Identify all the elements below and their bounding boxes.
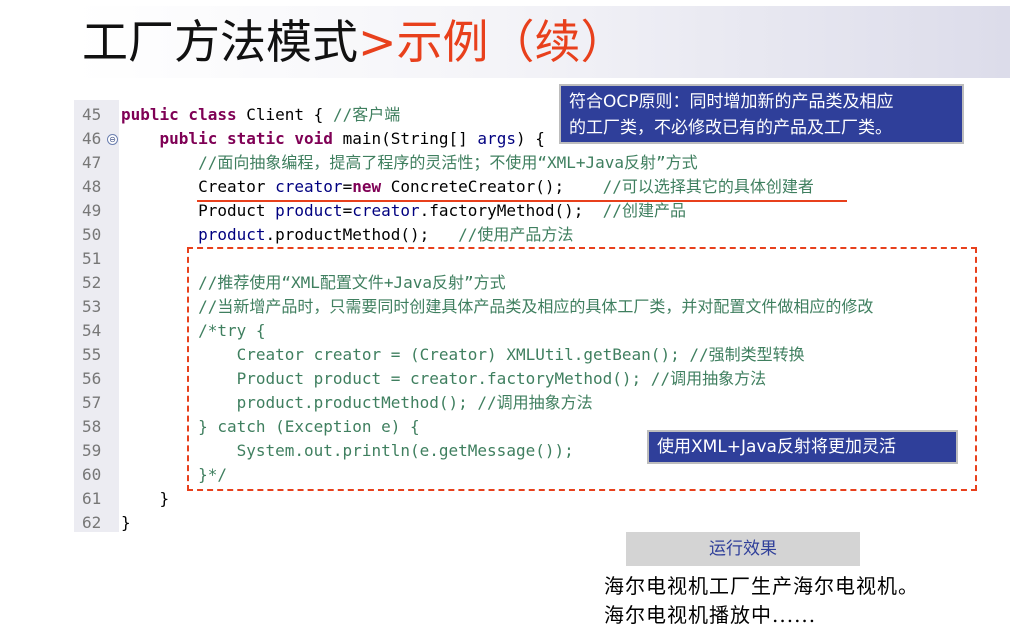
code-token: product.productMethod(); //调用抽象方法 bbox=[236, 393, 593, 412]
ocp-callout: 符合OCP原则：同时增加新的产品类及相应 的工厂类，不必修改已有的产品及工厂类。 bbox=[559, 84, 964, 144]
title-separator: > bbox=[358, 15, 397, 69]
line-number: 48 bbox=[82, 177, 102, 196]
code-token: /*try { bbox=[198, 321, 266, 340]
code-line: //推荐使用“XML配置文件+Java反射”方式 bbox=[121, 271, 506, 295]
line-number: 58 bbox=[82, 417, 102, 436]
line-number: 52 bbox=[82, 273, 102, 292]
output-line-1: 海尔电视机工厂生产海尔电视机。 bbox=[604, 574, 919, 598]
code-token: Product bbox=[121, 201, 276, 220]
line-number: 54 bbox=[82, 321, 102, 340]
code-token: System.out.println(e.getMessage()); bbox=[236, 441, 574, 460]
code-line: Creator creator = (Creator) XMLUtil.getB… bbox=[121, 343, 805, 367]
code-token: //面向抽象编程，提高了程序的灵活性；不使用“XML+Java反射”方式 bbox=[198, 153, 698, 172]
line-number: 49 bbox=[82, 201, 102, 220]
fold-toggle-icon[interactable]: ⊖ bbox=[107, 134, 118, 145]
output-line-2: 海尔电视机播放中...... bbox=[604, 603, 817, 627]
code-token: } bbox=[121, 513, 131, 532]
code-line: public class Client { //客户端 bbox=[121, 103, 400, 127]
code-line: Product product = creator.factoryMethod(… bbox=[121, 367, 766, 391]
title-main: 工厂方法模式 bbox=[82, 15, 358, 69]
code-token: = bbox=[342, 201, 353, 220]
code-token: //客户端 bbox=[332, 105, 401, 124]
code-token: = bbox=[342, 177, 353, 196]
code-token: //使用产品方法 bbox=[458, 225, 574, 244]
code-line: //当新增产品时，只需要同时创建具体产品类及相应的具体工厂类，并对配置文件做相应… bbox=[121, 295, 873, 319]
code-line: public static void main(String[] args) { bbox=[121, 127, 545, 151]
code-token: product bbox=[198, 225, 266, 244]
code-token: public class bbox=[121, 105, 247, 124]
line-number: 57 bbox=[82, 393, 102, 412]
code-token: ConcreteCreator(); bbox=[390, 177, 603, 196]
code-token: .factoryMethod(); bbox=[419, 201, 603, 220]
line-number: 51 bbox=[82, 249, 102, 268]
code-token: main(String[] bbox=[342, 129, 478, 148]
code-token: creator bbox=[275, 177, 343, 196]
code-line: product.productMethod(); //调用抽象方法 bbox=[121, 391, 593, 415]
code-token: } catch (Exception e) { bbox=[198, 417, 420, 436]
title-sub: 示例（续） bbox=[396, 15, 627, 69]
code-token: ) { bbox=[515, 129, 545, 148]
code-line: Creator creator=new ConcreteCreator(); /… bbox=[121, 175, 814, 199]
code-line: Product product=creator.factoryMethod();… bbox=[121, 199, 686, 223]
code-token: //可以选择其它的具体创建者 bbox=[602, 177, 814, 196]
line-number: 50 bbox=[82, 225, 102, 244]
code-line: System.out.println(e.getMessage()); bbox=[121, 439, 574, 463]
slide-title: 工厂方法模式>示例（续） bbox=[82, 10, 627, 74]
code-line: } bbox=[121, 511, 131, 535]
code-token: Client { bbox=[246, 105, 333, 124]
code-token: }*/ bbox=[198, 465, 227, 484]
code-token: //创建产品 bbox=[602, 201, 686, 220]
console-output: 海尔电视机工厂生产海尔电视机。 海尔电视机播放中...... bbox=[604, 572, 919, 630]
code-token: } bbox=[121, 489, 170, 508]
line-number: 56 bbox=[82, 369, 102, 388]
code-line: product.productMethod(); //使用产品方法 bbox=[121, 223, 573, 247]
line-number: 55 bbox=[82, 345, 102, 364]
code-token: //当新增产品时，只需要同时创建具体产品类及相应的具体工厂类，并对配置文件做相应… bbox=[198, 297, 874, 316]
ocp-callout-line2: 的工厂类，不必修改已有的产品及工厂类。 bbox=[569, 118, 892, 138]
code-token: product bbox=[275, 201, 343, 220]
xml-callout: 使用XML+Java反射将更加灵活 bbox=[647, 430, 958, 464]
line-number: 45 bbox=[82, 105, 102, 124]
code-line: } catch (Exception e) { bbox=[121, 415, 420, 439]
code-token: args bbox=[477, 129, 516, 148]
code-token: //推荐使用“XML配置文件+Java反射”方式 bbox=[198, 273, 506, 292]
code-line: }*/ bbox=[121, 463, 227, 487]
code-token: public static void bbox=[159, 129, 343, 148]
line-number: 60 bbox=[82, 465, 102, 484]
code-token: creator bbox=[352, 201, 420, 220]
line-number: 59 bbox=[82, 441, 102, 460]
code-token: .productMethod(); bbox=[265, 225, 459, 244]
code-token: Creator creator = (Creator) XMLUtil.getB… bbox=[236, 345, 805, 364]
ocp-callout-line1: 符合OCP原则：同时增加新的产品类及相应 bbox=[569, 92, 894, 112]
line-number: 47 bbox=[82, 153, 102, 172]
run-result-label: 运行效果 bbox=[626, 532, 860, 566]
code-token: Creator bbox=[121, 177, 276, 196]
line-number: 62 bbox=[82, 513, 102, 532]
code-token: new bbox=[352, 177, 391, 196]
code-line: //面向抽象编程，提高了程序的灵活性；不使用“XML+Java反射”方式 bbox=[121, 151, 698, 175]
line-number: 53 bbox=[82, 297, 102, 316]
code-line: /*try { bbox=[121, 319, 266, 343]
line-number: 61 bbox=[82, 489, 102, 508]
code-line: } bbox=[121, 487, 170, 511]
code-token: Product product = creator.factoryMethod(… bbox=[236, 369, 767, 388]
